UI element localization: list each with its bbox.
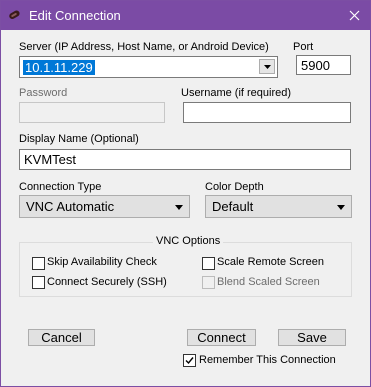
password-input[interactable] bbox=[19, 102, 165, 123]
remote-connection-icon bbox=[7, 8, 21, 22]
skip-availability-label[interactable]: Skip Availability Check bbox=[47, 256, 157, 268]
server-combobox[interactable]: 10.1.11.229 bbox=[19, 56, 278, 78]
remember-checkbox[interactable] bbox=[183, 354, 196, 367]
scale-remote-label[interactable]: Scale Remote Screen bbox=[217, 256, 324, 268]
save-button[interactable]: Save bbox=[278, 329, 346, 346]
port-label: Port bbox=[293, 41, 314, 53]
vnc-options-group bbox=[19, 242, 352, 297]
server-label: Server (IP Address, Host Name, or Androi… bbox=[19, 41, 269, 53]
port-input[interactable]: 5900 bbox=[296, 55, 351, 75]
display-name-input[interactable]: KVMTest bbox=[19, 149, 351, 170]
color-depth-label: Color Depth bbox=[205, 181, 264, 193]
connect-securely-checkbox[interactable] bbox=[32, 276, 45, 289]
connect-button[interactable]: Connect bbox=[187, 329, 256, 346]
blend-scaled-checkbox[interactable] bbox=[202, 276, 215, 289]
server-dropdown-button[interactable] bbox=[259, 59, 275, 74]
close-icon bbox=[349, 10, 359, 21]
close-button[interactable] bbox=[338, 1, 370, 30]
blend-scaled-label[interactable]: Blend Scaled Screen bbox=[217, 276, 320, 288]
connection-type-label: Connection Type bbox=[19, 181, 102, 193]
checkmark-icon bbox=[185, 357, 194, 365]
scale-remote-checkbox[interactable] bbox=[202, 257, 215, 270]
connection-type-value: VNC Automatic bbox=[26, 199, 115, 214]
chevron-down-icon bbox=[263, 64, 271, 69]
chevron-down-icon bbox=[175, 205, 183, 210]
title-bar[interactable]: Edit Connection bbox=[1, 1, 370, 30]
chevron-down-icon bbox=[337, 205, 345, 210]
vnc-options-title: VNC Options bbox=[153, 235, 224, 247]
color-depth-select[interactable]: Default bbox=[205, 195, 352, 218]
dialog-body: Server (IP Address, Host Name, or Androi… bbox=[1, 30, 370, 386]
remember-label[interactable]: Remember This Connection bbox=[199, 354, 336, 366]
edit-connection-dialog: Edit Connection Server (IP Address, Host… bbox=[0, 0, 371, 387]
password-label: Password bbox=[19, 87, 68, 99]
server-value[interactable]: 10.1.11.229 bbox=[23, 60, 95, 75]
connection-type-select[interactable]: VNC Automatic bbox=[19, 195, 190, 218]
window-title: Edit Connection bbox=[29, 8, 121, 23]
display-name-label: Display Name (Optional) bbox=[19, 133, 139, 145]
username-label: Username (if required) bbox=[181, 87, 292, 99]
cancel-button[interactable]: Cancel bbox=[28, 329, 95, 346]
connect-securely-label[interactable]: Connect Securely (SSH) bbox=[47, 276, 167, 288]
color-depth-value: Default bbox=[212, 199, 254, 214]
username-input[interactable] bbox=[183, 102, 351, 123]
skip-availability-checkbox[interactable] bbox=[32, 257, 45, 270]
